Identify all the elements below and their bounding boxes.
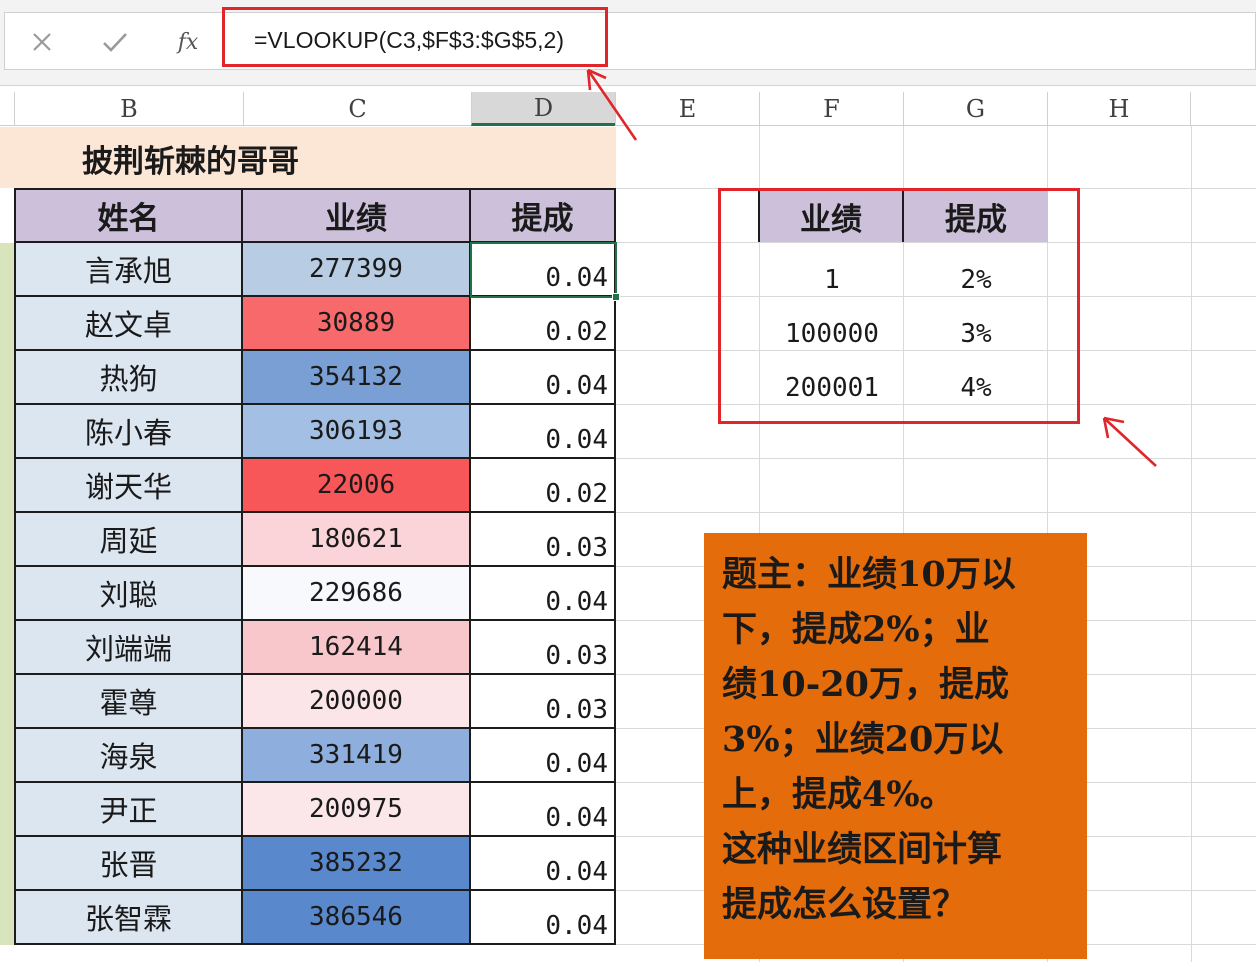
cell-commission[interactable]: 0.02 [471, 297, 616, 351]
cell-commission[interactable]: 0.04 [471, 891, 616, 945]
question-note: 题主：业绩10万以 下，提成2%；业 绩10-20万，提成 3%；业绩20万以 上，提成… [704, 533, 1087, 959]
cell-performance[interactable]: 30889 [243, 297, 471, 351]
cell-name[interactable]: 张智霖 [14, 891, 243, 945]
column-header-b[interactable]: B [14, 92, 243, 126]
cell-performance[interactable]: 200975 [243, 783, 471, 837]
cell-name[interactable]: 言承旭 [14, 243, 243, 297]
note-line: 这种业绩区间计算 [722, 829, 1003, 870]
column-header-f[interactable]: F [759, 92, 903, 126]
cell-name[interactable]: 尹正 [14, 783, 243, 837]
cell-commission[interactable]: 0.03 [471, 513, 616, 567]
cell-name[interactable]: 热狗 [14, 351, 243, 405]
cell-name[interactable]: 刘聪 [14, 567, 243, 621]
cell-name[interactable]: 海泉 [14, 729, 243, 783]
lookup-highlight-box [718, 188, 1080, 424]
cell-performance[interactable]: 229686 [243, 567, 471, 621]
cell-commission[interactable]: 0.04 [471, 567, 616, 621]
cell-commission[interactable]: 0.04 [471, 405, 616, 459]
note-line: 提成怎么设置？ [722, 884, 968, 925]
cell-name[interactable]: 赵文卓 [14, 297, 243, 351]
cell-commission[interactable]: 0.04 [471, 729, 616, 783]
cell-commission[interactable]: 0.04 [471, 837, 616, 891]
cell-performance[interactable]: 180621 [243, 513, 471, 567]
note-line: 题主：业绩10万以 [722, 554, 1016, 595]
arrow-to-formula [586, 68, 638, 141]
note-line: 下，提成2%；业 [722, 609, 990, 650]
note-line: 3%；业绩20万以 [722, 719, 1004, 760]
cell-performance[interactable]: 386546 [243, 891, 471, 945]
cell-performance[interactable]: 306193 [243, 405, 471, 459]
cell-performance[interactable]: 162414 [243, 621, 471, 675]
cell-performance[interactable]: 200000 [243, 675, 471, 729]
cell-name[interactable]: 张晋 [14, 837, 243, 891]
cell-performance[interactable]: 331419 [243, 729, 471, 783]
close-icon[interactable] [26, 22, 58, 62]
column-header-c[interactable]: C [243, 92, 471, 126]
cell-performance[interactable]: 277399 [243, 243, 471, 297]
column-header-g[interactable]: G [903, 92, 1047, 126]
cell-name[interactable]: 刘端端 [14, 621, 243, 675]
formula-highlight-box [222, 7, 608, 67]
cell-commission[interactable]: 0.03 [471, 675, 616, 729]
cell-commission[interactable]: 0.03 [471, 621, 616, 675]
note-line: 绩10-20万，提成 [722, 664, 1009, 705]
cell-name[interactable]: 陈小春 [14, 405, 243, 459]
cell-name[interactable]: 周延 [14, 513, 243, 567]
cell-performance[interactable]: 22006 [243, 459, 471, 513]
cell-commission[interactable]: 0.04 [471, 243, 616, 297]
cell-name[interactable]: 谢天华 [14, 459, 243, 513]
note-line: 上，提成4%。 [722, 774, 955, 815]
gridline [616, 512, 1256, 513]
fill-handle[interactable] [612, 293, 620, 301]
arrow-to-lookup [1102, 416, 1157, 467]
cell-performance[interactable]: 354132 [243, 351, 471, 405]
left-column-strip [0, 243, 14, 945]
sheet-title[interactable]: 披荆斩棘的哥哥 [82, 136, 299, 180]
cell-performance[interactable]: 385232 [243, 837, 471, 891]
header-performance[interactable]: 业绩 [243, 188, 471, 243]
cell-commission[interactable]: 0.04 [471, 783, 616, 837]
check-icon[interactable] [98, 22, 132, 62]
cell-commission[interactable]: 0.04 [471, 351, 616, 405]
cell-commission[interactable]: 0.02 [471, 459, 616, 513]
function-icon[interactable]: fx [170, 22, 206, 62]
header-commission[interactable]: 提成 [471, 188, 616, 243]
note-text: 题主：业绩10万以 下，提成2%；业 绩10-20万，提成 3%；业绩20万以 上，提成… [722, 547, 1075, 932]
column-header-h[interactable]: H [1047, 92, 1191, 126]
cell-name[interactable]: 霍尊 [14, 675, 243, 729]
header-name[interactable]: 姓名 [14, 188, 243, 243]
